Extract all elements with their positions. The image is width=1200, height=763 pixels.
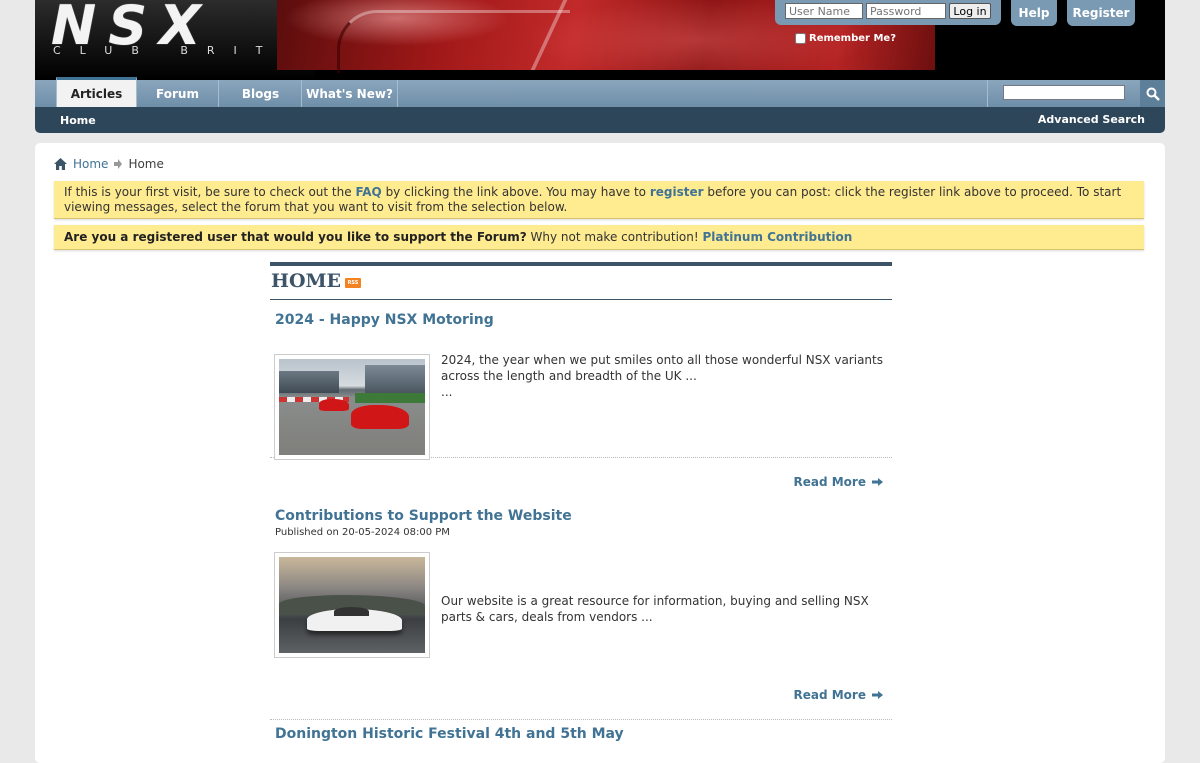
article-summary-line: 2024, the year when we put smiles onto a… [441, 353, 883, 383]
breadcrumb: Home Home [54, 157, 164, 171]
username-input[interactable] [785, 3, 863, 19]
page-title: HOME [271, 270, 342, 292]
breadcrumb-home-link[interactable]: Home [73, 157, 108, 171]
breadcrumb-arrow-icon [114, 159, 123, 169]
article-item: 2024 - Happy NSX Motoring 2024, the year… [270, 312, 892, 489]
tab-forum[interactable]: Forum [137, 80, 219, 107]
sub-navbar: Home Advanced Search [35, 107, 1165, 133]
article-summary-ellipsis: ... [441, 385, 453, 399]
site-header: NSX CLUB BRITAIN Log in Remember Me? Hel… [35, 0, 1165, 80]
home-header: HOME RSS [270, 262, 892, 300]
read-more-label: Read More [793, 475, 867, 489]
magnifier-icon [1146, 87, 1160, 101]
tab-blogs[interactable]: Blogs [220, 80, 302, 107]
article-title-link[interactable]: Contributions to Support the Website [275, 508, 572, 524]
login-form: Log in [775, 0, 1001, 25]
read-more-link[interactable]: Read More [793, 688, 883, 702]
remember-me-checkbox[interactable] [795, 33, 806, 44]
article-summary: Our website is a great resource for info… [441, 593, 891, 625]
article-summary-line: Our website is a great resource for info… [441, 594, 869, 624]
nav-search [987, 80, 1139, 107]
subnav-home-link[interactable]: Home [60, 114, 96, 127]
arrow-right-icon [872, 691, 883, 699]
first-visit-notice: If this is your first visit, be sure to … [54, 181, 1144, 219]
support-question: Are you a registered user that would you… [64, 230, 527, 244]
help-button[interactable]: Help [1011, 0, 1057, 26]
article-item: Donington Historic Festival 4th and 5th … [270, 726, 892, 756]
password-input[interactable] [866, 3, 946, 19]
platinum-contribution-link[interactable]: Platinum Contribution [703, 230, 853, 244]
register-button[interactable]: Register [1067, 0, 1135, 26]
advanced-search-link[interactable]: Advanced Search [1038, 113, 1145, 126]
article-thumbnail[interactable] [274, 354, 430, 460]
home-articles: HOME RSS 2024 - Happy NSX Motoring 2024,… [270, 262, 892, 742]
site-logo[interactable]: NSX CLUB BRITAIN [35, 0, 338, 80]
rss-icon[interactable]: RSS [345, 278, 361, 288]
login-button[interactable]: Log in [949, 3, 991, 19]
search-button[interactable] [1140, 80, 1165, 107]
support-notice: Are you a registered user that would you… [54, 225, 1144, 250]
arrow-right-icon [872, 478, 883, 486]
search-input[interactable] [1003, 85, 1125, 100]
article-item: Contributions to Support the Website Pub… [270, 508, 892, 720]
support-text: Why not make contribution! [526, 230, 703, 244]
home-icon[interactable] [54, 158, 67, 170]
remember-me[interactable]: Remember Me? [795, 33, 896, 44]
tab-whats-new[interactable]: What's New? [302, 80, 398, 107]
breadcrumb-current: Home [128, 157, 164, 171]
remember-me-label: Remember Me? [809, 33, 896, 44]
main-navbar: Articles Forum Blogs What's New? [35, 77, 1165, 107]
notice-text-2: by clicking the link above. You may have… [381, 185, 650, 199]
read-more-label: Read More [793, 688, 867, 702]
tab-articles[interactable]: Articles [56, 77, 137, 107]
main-content: Home Home If this is your first visit, b… [35, 143, 1165, 763]
article-published-date: Published on 20-05-2024 08:00 PM [275, 527, 450, 538]
white-nsx-image [279, 557, 425, 653]
faq-link[interactable]: FAQ [355, 185, 381, 199]
article-title-link[interactable]: 2024 - Happy NSX Motoring [275, 312, 494, 328]
article-thumbnail[interactable] [274, 552, 430, 658]
notice-text-1: If this is your first visit, be sure to … [64, 185, 356, 199]
read-more-link[interactable]: Read More [793, 475, 883, 489]
race-track-car-image [279, 359, 425, 455]
article-summary: 2024, the year when we put smiles onto a… [441, 352, 891, 400]
notice-register-link[interactable]: register [650, 185, 704, 199]
